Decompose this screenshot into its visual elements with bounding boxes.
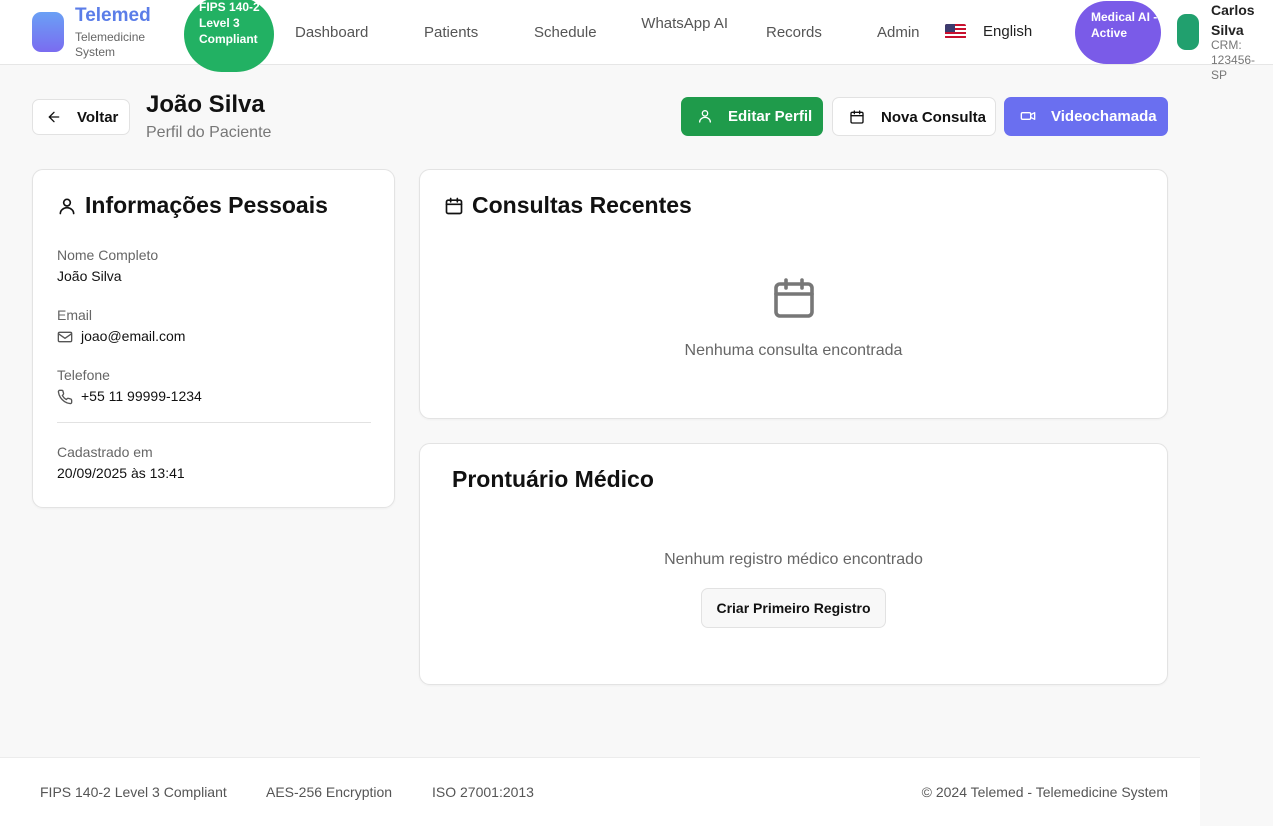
calendar-icon <box>849 109 865 129</box>
phone-value[interactable]: +55 11 99999-1234 <box>81 388 202 404</box>
mail-icon <box>57 329 73 350</box>
brand-subtitle: Telemedicine System <box>75 30 146 59</box>
app-logo[interactable] <box>32 12 64 52</box>
create-first-record-button[interactable]: Criar Primeiro Registro <box>701 588 886 628</box>
registered-value: 20/09/2025 às 13:41 <box>57 465 185 481</box>
video-call-label: Videochamada <box>1051 108 1157 125</box>
page-title: João Silva <box>146 91 265 118</box>
nav-whatsapp-ai[interactable]: WhatsApp AI <box>633 12 728 36</box>
recent-consultations-card: Consultas Recentes Nenhuma consulta enco… <box>419 169 1168 419</box>
nav-dashboard[interactable]: Dashboard <box>295 24 368 41</box>
personal-info-title: Informações Pessoais <box>85 192 328 218</box>
nav-schedule[interactable]: Schedule <box>534 24 597 41</box>
edit-profile-button[interactable]: Editar Perfil <box>681 97 823 136</box>
edit-profile-label: Editar Perfil <box>728 108 813 125</box>
back-button-label: Voltar <box>77 109 119 126</box>
email-value[interactable]: joao@email.com <box>81 328 185 344</box>
medical-records-title: Prontuário Médico <box>452 466 654 492</box>
user-name[interactable]: Carlos Silva <box>1211 0 1266 40</box>
footer-copyright: © 2024 Telemed - Telemedicine System <box>921 784 1168 800</box>
empty-consultations-text: Nenhuma consulta encontrada <box>684 342 903 359</box>
user-icon <box>57 196 77 221</box>
nav-records[interactable]: Records <box>766 24 822 41</box>
calendar-empty-icon <box>770 274 818 327</box>
language-selector[interactable]: English <box>983 23 1032 40</box>
empty-records-text: Nenhum registro médico encontrado <box>664 551 923 568</box>
email-label: Email <box>57 307 93 323</box>
top-navbar: Telemed Telemedicine System FIPS 140-2 L… <box>0 0 1273 82</box>
page-subtitle: Perfil do Paciente <box>146 124 272 141</box>
ai-status-badge: Medical AI - Active <box>1075 1 1161 64</box>
name-value: João Silva <box>57 268 122 284</box>
footer: FIPS 140-2 Level 3 Compliant AES-256 Enc… <box>0 757 1200 826</box>
us-flag-icon[interactable] <box>945 24 966 39</box>
personal-info-card: Informações Pessoais Nome Completo João … <box>32 169 395 508</box>
arrow-left-icon <box>46 109 62 129</box>
nav-patients[interactable]: Patients <box>424 24 478 41</box>
recent-consultations-title: Consultas Recentes <box>472 192 692 218</box>
divider <box>57 422 371 423</box>
video-camera-icon <box>1020 108 1036 128</box>
footer-fips: FIPS 140-2 Level 3 Compliant <box>40 784 227 800</box>
registered-label: Cadastrado em <box>57 444 153 460</box>
footer-iso: ISO 27001:2013 <box>432 784 534 800</box>
avatar[interactable] <box>1177 14 1199 50</box>
user-crm: CRM: 123456-SP <box>1211 38 1256 82</box>
phone-icon <box>57 389 73 410</box>
new-consultation-label: Nova Consulta <box>881 109 987 126</box>
new-consultation-button[interactable]: Nova Consulta <box>832 97 996 136</box>
medical-records-card: Prontuário Médico Nenhum registro médico… <box>419 443 1168 685</box>
nav-admin[interactable]: Admin <box>877 24 920 41</box>
brand-title[interactable]: Telemed <box>75 5 151 27</box>
footer-aes: AES-256 Encryption <box>266 784 393 800</box>
back-button[interactable]: Voltar <box>32 99 130 135</box>
name-label: Nome Completo <box>57 247 159 263</box>
phone-label: Telefone <box>57 367 110 383</box>
video-call-button[interactable]: Videochamada <box>1004 97 1168 136</box>
user-icon <box>697 108 713 128</box>
compliance-badge: FIPS 140-2 Level 3 Compliant <box>184 0 274 72</box>
calendar-icon <box>444 196 464 221</box>
